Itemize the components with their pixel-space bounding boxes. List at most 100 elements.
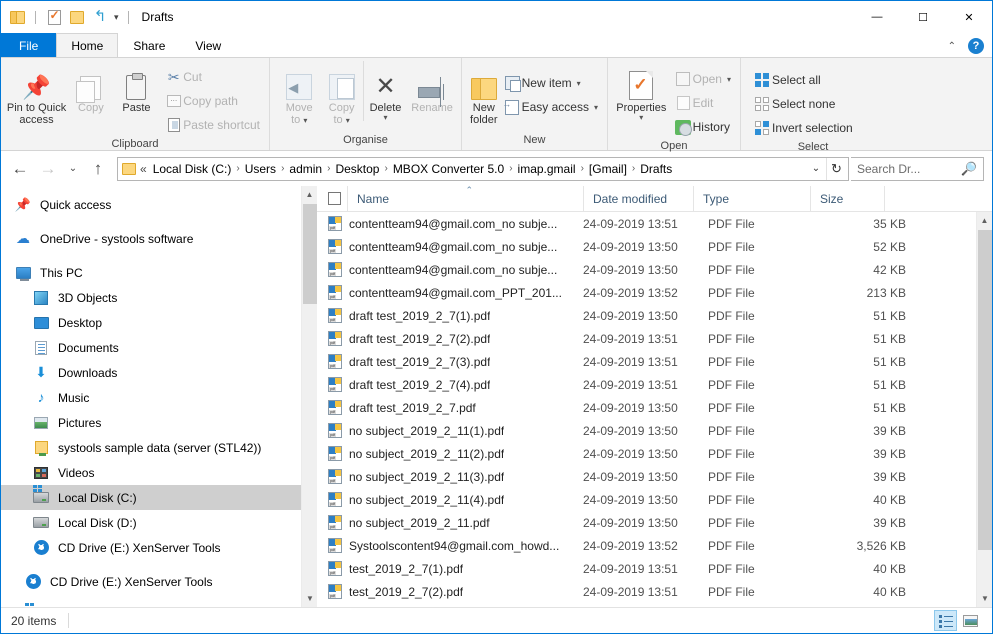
breadcrumb-item-3[interactable]: Desktop	[332, 162, 382, 176]
maximize-button[interactable]: ☐	[900, 1, 946, 33]
sidebar-item-onedrive-systools-software[interactable]: ☁ OneDrive - systools software	[1, 226, 301, 251]
sidebar-item-desktop[interactable]: Desktop	[1, 310, 301, 335]
breadcrumb-sep-2[interactable]: ›	[325, 163, 332, 174]
undo-icon[interactable]: ↰	[91, 8, 109, 26]
search-input[interactable]: Search Dr... 🔍	[851, 156, 984, 181]
breadcrumb-sep-1[interactable]: ›	[279, 163, 286, 174]
copy-button[interactable]: Copy	[68, 61, 114, 114]
select-none-button[interactable]: Select none	[748, 92, 858, 116]
navigation-scrollbar[interactable]: ▲ ▼	[301, 186, 317, 607]
refresh-icon[interactable]: ↻	[826, 157, 846, 180]
table-row[interactable]: pdf Systoolscontent94@gmail.com_howd... 24…	[317, 534, 976, 557]
breadcrumb-item-2[interactable]: admin	[286, 162, 325, 176]
breadcrumb-item-6[interactable]: [Gmail]	[586, 162, 630, 176]
sidebar-item-pictures[interactable]: Pictures	[1, 410, 301, 435]
paste-shortcut-button[interactable]: Paste shortcut	[159, 113, 265, 137]
delete-dropdown-icon[interactable]: ▾	[384, 114, 388, 122]
up-button[interactable]: ↑	[85, 156, 111, 182]
breadcrumb-sep-3[interactable]: ›	[382, 163, 389, 174]
table-row[interactable]: pdf no subject_2019_2_11(4).pdf 24-09-2019…	[317, 488, 976, 511]
table-row[interactable]: pdf draft test_2019_2_7.pdf 24-09-2019 13:…	[317, 396, 976, 419]
column-header-name[interactable]: ⌃ Name	[347, 185, 583, 212]
breadcrumb-item-5[interactable]: imap.gmail	[515, 162, 579, 176]
tab-home[interactable]: Home	[56, 33, 119, 57]
recent-locations-button[interactable]: ⌄	[63, 156, 83, 182]
close-button[interactable]: ✕	[946, 1, 992, 33]
breadcrumb-sep-5[interactable]: ›	[579, 163, 586, 174]
table-row[interactable]: pdf contentteam94@gmail.com_no subje... 24…	[317, 258, 976, 281]
new-item-button[interactable]: New item ▾	[498, 71, 603, 95]
invert-selection-button[interactable]: Invert selection	[748, 116, 858, 140]
search-icon[interactable]: 🔍	[961, 161, 977, 177]
table-row[interactable]: pdftest_2019_2_7(3).pdf24-09-2019 13:51P…	[317, 603, 976, 607]
tab-share[interactable]: Share	[118, 33, 180, 57]
help-icon[interactable]: ?	[968, 38, 984, 54]
sidebar-item-systools-sample-data-server-stl42[interactable]: systools sample data (server (STL42))	[1, 435, 301, 460]
sidebar-item-local-disk-c[interactable]: Local Disk (C:)	[1, 603, 301, 607]
sidebar-item-cd-drive-e-xenserver-tools[interactable]: ✕ CD Drive (E:) XenServer Tools	[1, 569, 301, 594]
table-row[interactable]: pdf contentteam94@gmail.com_PPT_201... 24-…	[317, 281, 976, 304]
breadcrumb-item-4[interactable]: MBOX Converter 5.0	[390, 162, 507, 176]
select-all-checkbox[interactable]	[328, 192, 341, 205]
sidebar-item-music[interactable]: ♪ Music	[1, 385, 301, 410]
nav-scroll-down-icon[interactable]: ▼	[302, 590, 318, 607]
large-icons-view-button[interactable]	[959, 610, 982, 631]
table-row[interactable]: pdf contentteam94@gmail.com_no subje... 24…	[317, 212, 976, 235]
table-row[interactable]: pdf no subject_2019_2_11.pdf 24-09-2019 13…	[317, 511, 976, 534]
back-button[interactable]: ←	[7, 156, 33, 182]
minimize-button[interactable]: —	[854, 1, 900, 33]
table-row[interactable]: pdf no subject_2019_2_11(1).pdf 24-09-2019…	[317, 419, 976, 442]
table-row[interactable]: pdf contentteam94@gmail.com_no subje... 24…	[317, 235, 976, 258]
customize-dropdown-icon[interactable]: ▾	[114, 12, 119, 23]
sidebar-item-local-disk-d[interactable]: Local Disk (D:)	[1, 510, 301, 535]
easy-access-dropdown-icon[interactable]: ▾	[594, 103, 598, 112]
table-row[interactable]: pdf test_2019_2_7(2).pdf 24-09-2019 13:51 P…	[317, 580, 976, 603]
edit-button[interactable]: Edit	[669, 91, 736, 115]
open-dropdown-icon[interactable]: ▾	[727, 75, 731, 84]
open-button[interactable]: Open ▾	[669, 67, 736, 91]
properties-dropdown-icon[interactable]: ▾	[639, 114, 643, 122]
sidebar-item-videos[interactable]: Videos	[1, 460, 301, 485]
explorer-folder-icon[interactable]	[8, 8, 26, 26]
select-all-checkbox-header[interactable]	[317, 186, 347, 212]
select-all-button[interactable]: Select all	[748, 68, 858, 92]
sidebar-item-cd-drive-e-xenserver-tools[interactable]: ✕ CD Drive (E:) XenServer Tools	[1, 535, 301, 560]
table-row[interactable]: pdf no subject_2019_2_11(2).pdf 24-09-2019…	[317, 442, 976, 465]
rename-button[interactable]: Rename	[407, 61, 457, 114]
column-header-type[interactable]: Type	[693, 185, 810, 212]
breadcrumb[interactable]: « Local Disk (C:) › Users › admin › Desk…	[117, 156, 849, 181]
delete-button[interactable]: ✕ Delete ▾	[362, 61, 407, 122]
copy-to-button[interactable]: Copy to ▾	[320, 61, 362, 126]
move-to-button[interactable]: Move to ▾	[278, 61, 320, 126]
list-scroll-up-icon[interactable]: ▲	[977, 212, 992, 229]
sidebar-item-documents[interactable]: Documents	[1, 335, 301, 360]
table-row[interactable]: pdf draft test_2019_2_7(2).pdf 24-09-2019 …	[317, 327, 976, 350]
new-folder-button[interactable]: New folder	[470, 61, 498, 126]
table-row[interactable]: pdf draft test_2019_2_7(3).pdf 24-09-2019 …	[317, 350, 976, 373]
easy-access-button[interactable]: Easy access ▾	[498, 95, 603, 119]
nav-scroll-up-icon[interactable]: ▲	[302, 186, 317, 203]
sidebar-item-quick-access[interactable]: 📌 Quick access	[1, 192, 301, 217]
sidebar-item-3d-objects[interactable]: 3D Objects	[1, 285, 301, 310]
new-folder-icon[interactable]	[68, 8, 86, 26]
tab-view[interactable]: View	[180, 33, 236, 57]
breadcrumb-item-0[interactable]: Local Disk (C:)	[150, 162, 235, 176]
breadcrumb-sep-4[interactable]: ›	[507, 163, 514, 174]
table-row[interactable]: pdf draft test_2019_2_7(4).pdf 24-09-2019 …	[317, 373, 976, 396]
list-scroll-down-icon[interactable]: ▼	[977, 590, 993, 607]
column-header-size[interactable]: Size	[810, 185, 884, 212]
sidebar-item-downloads[interactable]: ⬇ Downloads	[1, 360, 301, 385]
table-row[interactable]: pdf test_2019_2_7(1).pdf 24-09-2019 13:51 P…	[317, 557, 976, 580]
breadcrumb-sep-0[interactable]: ›	[234, 163, 241, 174]
pin-to-quick-access-button[interactable]: 📌 Pin to Quick access	[5, 61, 68, 126]
breadcrumb-item-1[interactable]: Users	[242, 162, 279, 176]
file-list-scrollbar[interactable]: ▲ ▼	[976, 212, 992, 607]
table-row[interactable]: pdf draft test_2019_2_7(1).pdf 24-09-2019 …	[317, 304, 976, 327]
history-button[interactable]: History	[669, 115, 736, 139]
breadcrumb-item-7[interactable]: Drafts	[637, 162, 675, 176]
list-scroll-thumb[interactable]	[978, 230, 992, 550]
breadcrumb-overflow-icon[interactable]: «	[140, 162, 147, 176]
sidebar-item-this-pc[interactable]: This PC	[1, 260, 301, 285]
new-item-dropdown-icon[interactable]: ▾	[577, 79, 581, 88]
properties-icon[interactable]	[45, 8, 63, 26]
